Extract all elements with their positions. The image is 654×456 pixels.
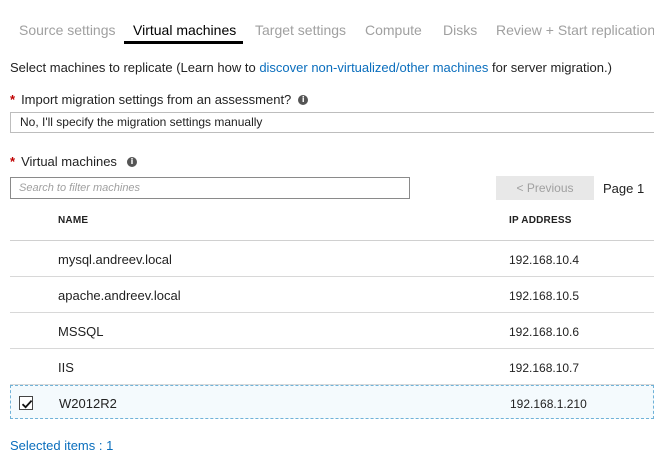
virtual-machines-label: * Virtual machines i: [10, 154, 137, 169]
selected-items-count: Selected items : 1: [10, 438, 114, 453]
vm-name-cell: IIS: [58, 360, 74, 375]
vm-ip-cell: 192.168.1.210: [510, 397, 587, 411]
table-row[interactable]: MSSQL 192.168.10.6: [10, 313, 654, 349]
tab-review-start-replication[interactable]: Review + Start replication: [496, 22, 654, 38]
vm-name-cell: apache.andreev.local: [58, 288, 181, 303]
vm-name-cell: mysql.andreev.local: [58, 252, 172, 267]
table-row-selected[interactable]: W2012R2 192.168.1.210: [10, 385, 654, 419]
tab-source-settings[interactable]: Source settings: [19, 22, 116, 38]
table-row[interactable]: apache.andreev.local 192.168.10.5: [10, 277, 654, 313]
assessment-label: * Import migration settings from an asse…: [10, 92, 309, 107]
required-marker: *: [10, 154, 16, 169]
info-icon[interactable]: i: [126, 156, 137, 167]
wizard-tabs: Source settings Virtual machines Target …: [0, 0, 654, 46]
vm-ip-cell: 192.168.10.7: [509, 361, 580, 375]
previous-page-button[interactable]: < Previous: [496, 176, 594, 200]
assessment-dropdown[interactable]: No, I'll specify the migration settings …: [10, 112, 654, 133]
intro-text: Select machines to replicate (Learn how …: [10, 60, 612, 75]
assessment-label-text: Import migration settings from an assess…: [21, 92, 292, 107]
virtual-machines-label-text: Virtual machines: [21, 154, 117, 169]
intro-suffix: for server migration.): [488, 60, 612, 75]
column-header-name[interactable]: NAME: [58, 215, 88, 226]
tab-disks[interactable]: Disks: [443, 22, 477, 38]
vm-ip-cell: 192.168.10.4: [509, 253, 580, 267]
table-row[interactable]: IIS 192.168.10.7: [10, 349, 654, 385]
table-row[interactable]: mysql.andreev.local 192.168.10.4: [10, 241, 654, 277]
tab-target-settings[interactable]: Target settings: [255, 22, 346, 38]
tab-compute[interactable]: Compute: [365, 22, 422, 38]
intro-prefix: Select machines to replicate (Learn how …: [10, 60, 260, 75]
vm-ip-cell: 192.168.10.5: [509, 289, 580, 303]
checkmark-icon: [21, 399, 33, 409]
page-indicator: Page 1: [603, 181, 645, 196]
vm-name-cell: W2012R2: [59, 396, 117, 411]
vm-name-cell: MSSQL: [58, 324, 104, 339]
required-marker: *: [10, 92, 16, 107]
active-tab-indicator: [124, 41, 243, 44]
tab-virtual-machines[interactable]: Virtual machines: [133, 22, 236, 38]
row-checkbox[interactable]: [19, 396, 33, 410]
discover-machines-link[interactable]: discover non-virtualized/other machines: [259, 60, 488, 75]
info-icon[interactable]: i: [298, 94, 309, 105]
search-input[interactable]: [10, 177, 410, 199]
column-header-ip-address[interactable]: IP ADDRESS: [509, 215, 572, 226]
vm-ip-cell: 192.168.10.6: [509, 325, 580, 339]
